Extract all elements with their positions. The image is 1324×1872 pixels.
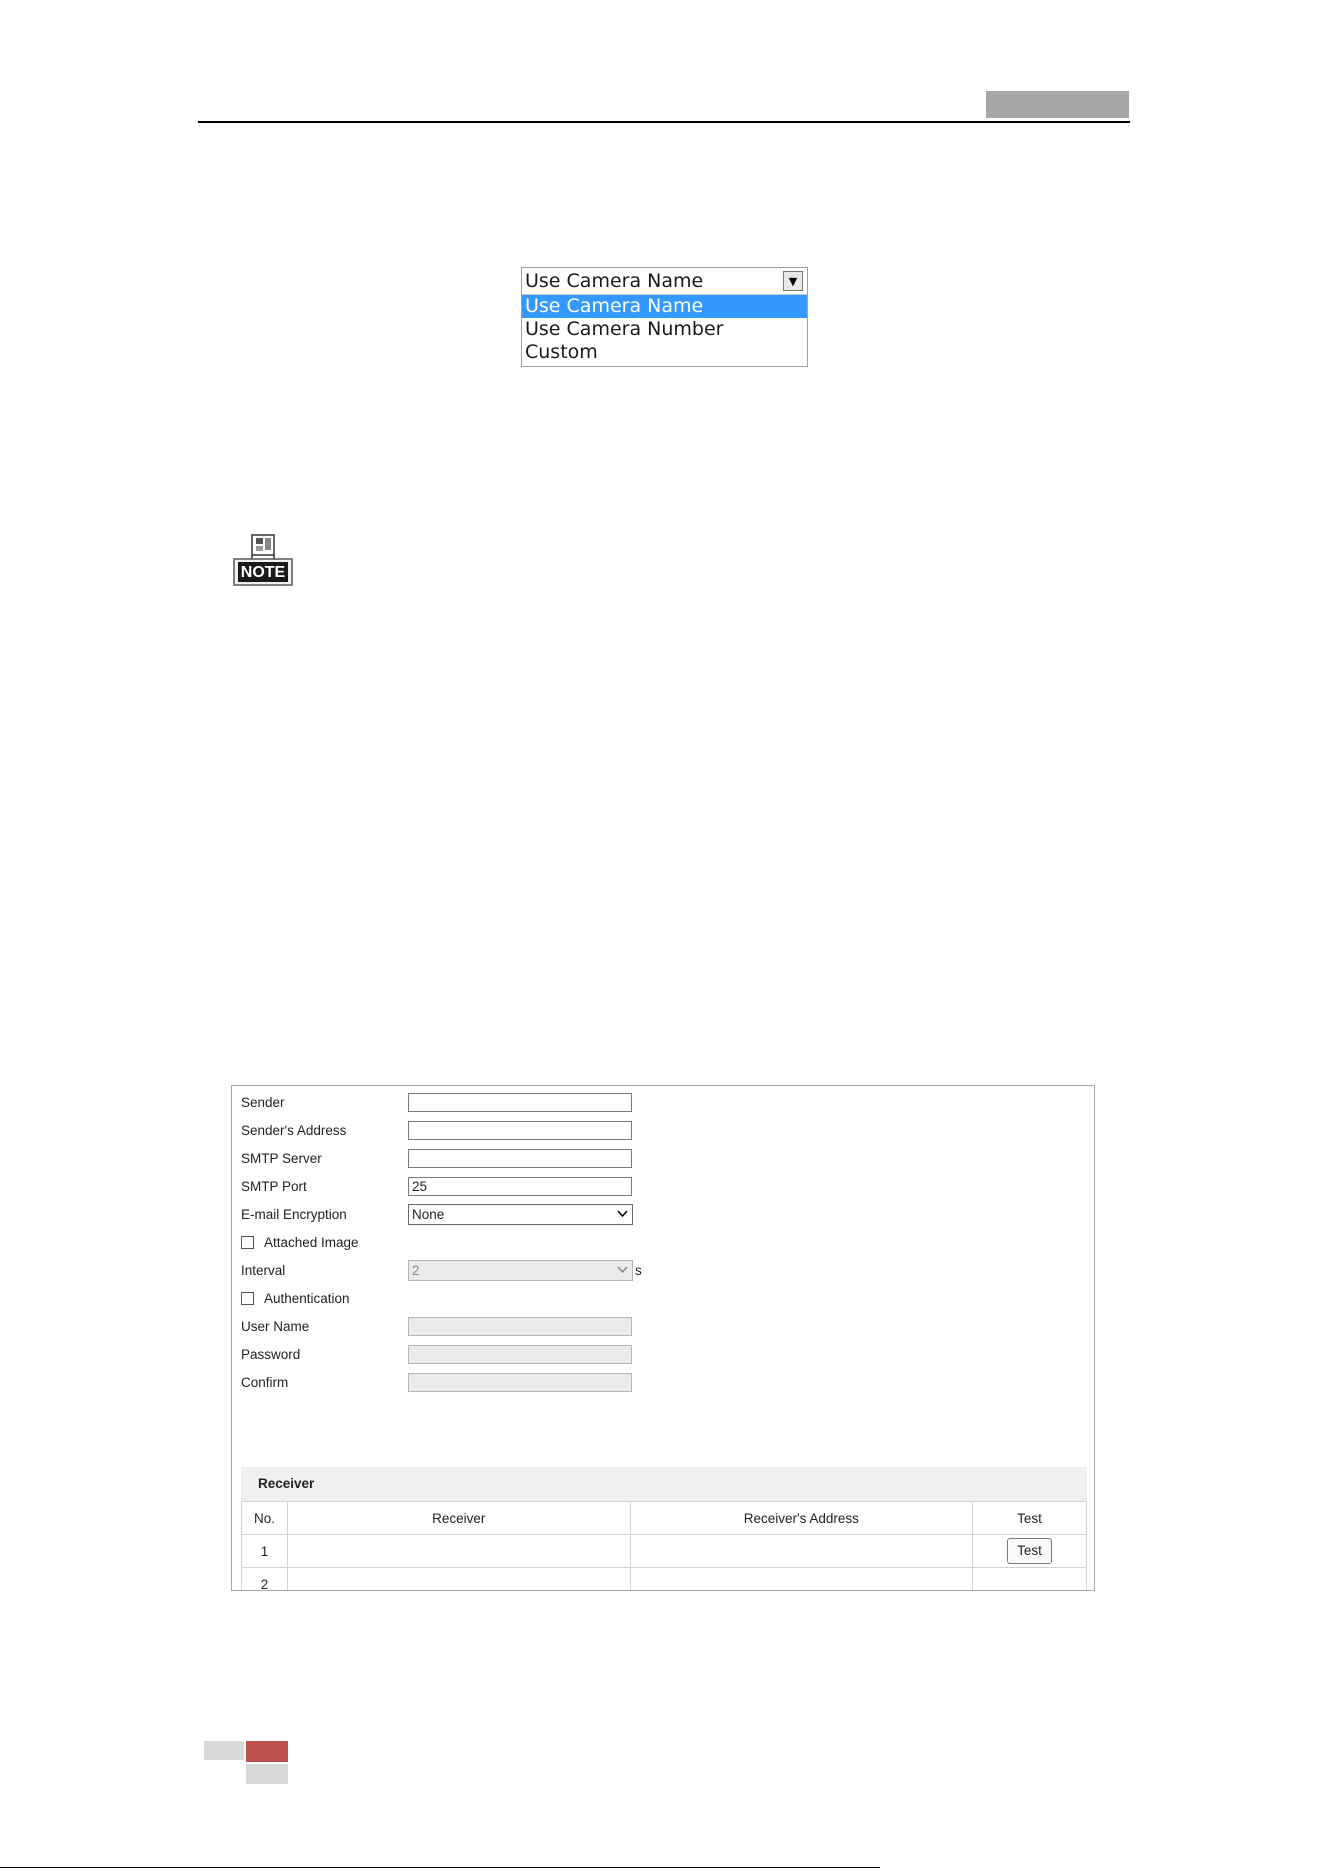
smtp-port-input[interactable]: 25 [408, 1177, 632, 1196]
password-input[interactable] [408, 1345, 632, 1364]
user-name-label: User Name [241, 1318, 310, 1334]
smtp-port-label: SMTP Port [241, 1178, 307, 1194]
test-cell [972, 1567, 1087, 1590]
attached-image-label: Attached Image [264, 1234, 359, 1250]
interval-value: 2 [412, 1263, 420, 1278]
camera-name-dropdown[interactable]: Use Camera Name ▼ Use Camera Name Use Ca… [521, 267, 808, 367]
smtp-server-label: SMTP Server [241, 1150, 322, 1166]
test-button[interactable]: Test [1007, 1538, 1053, 1564]
encryption-value: None [412, 1207, 445, 1222]
smtp-port-row: SMTP Port [241, 1176, 409, 1196]
column-header-address: Receiver's Address [629, 1501, 974, 1535]
header-rule [198, 121, 1130, 123]
header-tab [986, 91, 1129, 118]
column-header-receiver: Receiver [286, 1501, 631, 1535]
encryption-select[interactable]: None [408, 1204, 633, 1225]
interval-unit: s [635, 1263, 642, 1278]
smtp-server-input[interactable] [408, 1149, 632, 1168]
interval-select[interactable]: 2 [408, 1260, 633, 1281]
table-row: 1 Test [241, 1534, 1087, 1568]
receiver-section-title: Receiver [241, 1467, 1087, 1501]
row-number: 1 [241, 1534, 288, 1568]
receiver-cell[interactable] [286, 1567, 631, 1590]
receiver-cell[interactable] [286, 1534, 631, 1568]
encryption-label: E-mail Encryption [241, 1206, 347, 1222]
dropdown-arrow-icon[interactable]: ▼ [783, 271, 803, 291]
footer-block-grey [204, 1741, 244, 1760]
receiver-table: No. Receiver Receiver's Address Test 1 T… [241, 1501, 1087, 1590]
dropdown-option-custom[interactable]: Custom [522, 341, 807, 364]
dropdown-current-value[interactable]: Use Camera Name ▼ [522, 268, 807, 295]
sender-address-label: Sender's Address [241, 1122, 347, 1138]
attached-image-row: Attached Image [241, 1232, 359, 1252]
table-row: 2 [241, 1567, 1087, 1590]
confirm-input[interactable] [408, 1373, 632, 1392]
authentication-label: Authentication [264, 1290, 350, 1306]
note-icon: NOTE [232, 533, 294, 587]
password-row: Password [241, 1344, 409, 1364]
sender-address-row: Sender's Address [241, 1120, 409, 1140]
footer-block-red [246, 1741, 288, 1762]
sender-label: Sender [241, 1094, 285, 1110]
smtp-server-row: SMTP Server [241, 1148, 409, 1168]
test-cell: Test [972, 1534, 1087, 1568]
footer-block-grey-lower [246, 1764, 288, 1784]
encryption-row: E-mail Encryption [241, 1204, 409, 1224]
column-header-no: No. [241, 1501, 288, 1535]
row-number: 2 [241, 1567, 288, 1590]
footer-rule [0, 1867, 880, 1868]
chevron-down-icon [617, 1266, 628, 1274]
interval-row: Interval [241, 1260, 409, 1280]
authentication-row: Authentication [241, 1288, 350, 1308]
note-icon-label: NOTE [241, 564, 286, 581]
dropdown-option-camera-name[interactable]: Use Camera Name [522, 295, 807, 318]
dropdown-option-camera-number[interactable]: Use Camera Number [522, 318, 807, 341]
confirm-label: Confirm [241, 1374, 289, 1390]
chevron-down-icon [617, 1210, 628, 1218]
password-label: Password [241, 1346, 301, 1362]
email-settings-panel: Sender Sender's Address SMTP Server SMTP… [231, 1085, 1095, 1591]
address-cell[interactable] [629, 1567, 974, 1590]
receiver-table-header: No. Receiver Receiver's Address Test [241, 1501, 1087, 1535]
column-header-test: Test [972, 1501, 1087, 1535]
dropdown-selected-label: Use Camera Name [525, 270, 704, 292]
attached-image-checkbox[interactable] [241, 1235, 254, 1249]
user-name-input[interactable] [408, 1317, 632, 1336]
interval-label: Interval [241, 1262, 286, 1278]
sender-row: Sender [241, 1092, 409, 1112]
confirm-row: Confirm [241, 1372, 409, 1392]
address-cell[interactable] [629, 1534, 974, 1568]
sender-input[interactable] [408, 1093, 632, 1112]
authentication-checkbox[interactable] [241, 1291, 254, 1305]
user-name-row: User Name [241, 1316, 409, 1336]
sender-address-input[interactable] [408, 1121, 632, 1140]
